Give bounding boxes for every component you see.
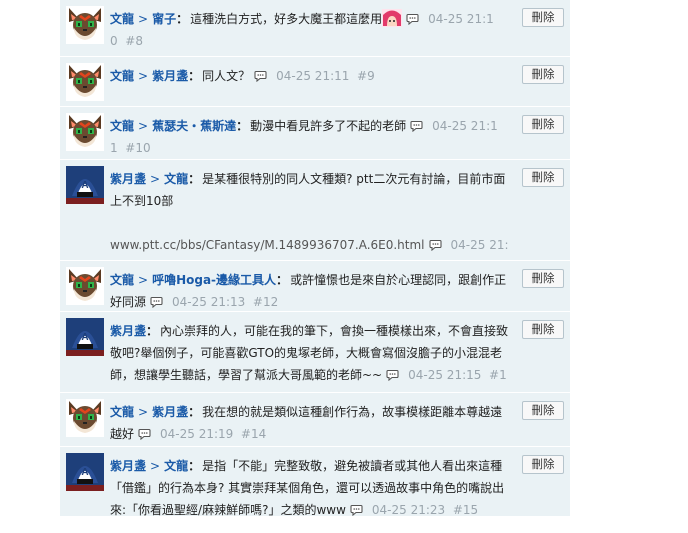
- reply-bubble-icon[interactable]: [428, 236, 442, 252]
- reply-bubble-icon[interactable]: [254, 67, 267, 83]
- comment-item: A 紫月盞 > 文龍： 是某種很特別的同人文種類? ptt二次元有討論，目前市面上不到…: [60, 160, 570, 261]
- comment-number: #15: [452, 503, 479, 517]
- avatar[interactable]: A: [66, 318, 104, 356]
- reply-arrow: >: [138, 119, 149, 133]
- comment-item: A 紫月盞： 內心崇拜的人，可能在我的筆下，會換一種模樣出來，不會直接致敬吧?舉個…: [60, 312, 570, 393]
- reply-bubble-icon[interactable]: [150, 293, 163, 309]
- reply-target[interactable]: 紫月盞: [152, 405, 188, 419]
- svg-text:A: A: [81, 332, 88, 343]
- avatar[interactable]: [66, 399, 104, 437]
- colon-separator: ：: [236, 119, 249, 133]
- colon-separator: ：: [188, 172, 201, 186]
- comment-text: 紫月盞 > 文龍： 是某種很特別的同人文種類? ptt二次元有討論，目前市面上不到10…: [110, 168, 512, 260]
- comment-text: 紫月盞 > 文龍： 是指「不能」完整致敬，避免被讀者或其他人看出來這種「借鑑」的行為本…: [110, 455, 512, 517]
- colon-separator: ：: [188, 459, 201, 473]
- avatar[interactable]: A: [66, 453, 104, 491]
- delete-button[interactable]: 刪除: [522, 320, 564, 339]
- colon-separator: ：: [188, 69, 201, 83]
- comment-text: 文龍 > 呼嚕Hoga-邊緣工具人： 或許憧憬也是來自於心理認同，跟創作正好同源 04…: [110, 269, 512, 311]
- comment-list: 文龍 > 甯子： 這種洗白方式，好多大魔王都這麼用 04-25 21:10 #8 刪除 …: [60, 0, 570, 517]
- reply-bubble-icon[interactable]: [350, 501, 363, 516]
- reply-target[interactable]: 文龍: [164, 172, 188, 186]
- avatar[interactable]: [66, 63, 104, 101]
- reply-bubble-icon[interactable]: [406, 10, 419, 26]
- comment-author[interactable]: 文龍: [110, 273, 134, 287]
- comment-body: 動漫中看見許多了不起的老師: [250, 119, 407, 133]
- delete-button[interactable]: 刪除: [522, 168, 564, 187]
- comment-author[interactable]: 紫月盞: [110, 172, 146, 186]
- reply-target[interactable]: 甯子: [152, 12, 176, 26]
- comment-item: 文龍 > 紫月盞： 我在想的就是類似這種創作行為，故事模樣距離本尊越遠越好 04-25…: [60, 393, 570, 447]
- comment-item: 文龍 > 紫月盞： 同人文？ 04-25 21:11 #9 刪除: [60, 57, 570, 107]
- avatar[interactable]: [66, 113, 104, 151]
- avatar[interactable]: [66, 267, 104, 305]
- comment-text: 文龍 > 蕉瑟夫・蕉斯達： 動漫中看見許多了不起的老師 04-25 21:11 #10: [110, 115, 512, 159]
- colon-separator: ：: [188, 405, 201, 419]
- avatar[interactable]: [66, 6, 104, 44]
- colon-separator: ：: [146, 324, 159, 338]
- comment-text: 紫月盞： 內心崇拜的人，可能在我的筆下，會換一種模樣出來，不會直接致敬吧?舉個例子…: [110, 320, 512, 392]
- comment-author[interactable]: 文龍: [110, 405, 134, 419]
- comment-number: #10: [125, 141, 151, 155]
- reply-bubble-icon[interactable]: [138, 425, 151, 441]
- reply-arrow: >: [138, 405, 149, 419]
- comment-item: 文龍 > 蕉瑟夫・蕉斯達： 動漫中看見許多了不起的老師 04-25 21:11 #10…: [60, 107, 570, 160]
- comment-number: #12: [252, 295, 279, 309]
- comment-text: 文龍 > 紫月盞： 同人文？ 04-25 21:11 #9: [110, 65, 512, 87]
- comment-link[interactable]: www.ptt.cc/bbs/CFantasy/M.1489936707.A.6…: [110, 238, 425, 252]
- delete-button[interactable]: 刪除: [522, 65, 564, 84]
- comment-item: 文龍 > 呼嚕Hoga-邊緣工具人： 或許憧憬也是來自於心理認同，跟創作正好同源 04…: [60, 261, 570, 312]
- reply-target[interactable]: 呼嚕Hoga-邊緣工具人: [152, 273, 276, 287]
- comment-item: 文龍 > 甯子： 這種洗白方式，好多大魔王都這麼用 04-25 21:10 #8 刪除: [60, 0, 570, 57]
- svg-text:A: A: [81, 467, 88, 478]
- comment-number: #14: [240, 427, 267, 441]
- delete-button[interactable]: 刪除: [522, 115, 564, 134]
- comment-text: 文龍 > 紫月盞： 我在想的就是類似這種創作行為，故事模樣距離本尊越遠越好 04-25…: [110, 401, 512, 445]
- comment-date: 04-25 21:19: [160, 427, 234, 441]
- sticker-icon: [382, 9, 403, 27]
- reply-arrow: >: [138, 12, 149, 26]
- comment-author[interactable]: 文龍: [110, 12, 134, 26]
- comment-number: #9: [357, 69, 375, 83]
- comment-text: 文龍 > 甯子： 這種洗白方式，好多大魔王都這麼用 04-25 21:10 #8: [110, 8, 512, 52]
- reply-target[interactable]: 蕉瑟夫・蕉斯達: [152, 119, 236, 133]
- comment-author[interactable]: 紫月盞: [110, 459, 146, 473]
- comment-date: 04-25 21:11: [276, 69, 350, 83]
- reply-arrow: >: [138, 273, 149, 287]
- delete-button[interactable]: 刪除: [522, 269, 564, 288]
- comment-body: 同人文？: [202, 69, 251, 83]
- reply-bubble-icon[interactable]: [386, 366, 399, 382]
- delete-button[interactable]: 刪除: [522, 401, 564, 420]
- delete-button[interactable]: 刪除: [522, 8, 564, 27]
- comment-author[interactable]: 文龍: [110, 119, 134, 133]
- delete-button[interactable]: 刪除: [522, 455, 564, 474]
- reply-bubble-icon[interactable]: [410, 117, 423, 133]
- comment-body: 這種洗白方式，好多大魔王都這麼用: [190, 12, 383, 26]
- reply-arrow: >: [138, 69, 149, 83]
- colon-separator: ：: [276, 273, 289, 287]
- comment-item: A 紫月盞 > 文龍： 是指「不能」完整致敬，避免被讀者或其他人看出來這種「借鑑」的行…: [60, 447, 570, 517]
- comment-author[interactable]: 文龍: [110, 69, 134, 83]
- reply-target[interactable]: 文龍: [164, 459, 188, 473]
- comment-date: 04-25 21:15: [408, 368, 482, 382]
- comment-number: #8: [125, 34, 143, 48]
- avatar[interactable]: A: [66, 166, 104, 204]
- reply-arrow: >: [150, 172, 161, 186]
- comment-author[interactable]: 紫月盞: [110, 324, 146, 338]
- comment-date: 04-25 21:13: [172, 295, 246, 309]
- colon-separator: ：: [176, 12, 189, 26]
- reply-arrow: >: [150, 459, 161, 473]
- svg-text:A: A: [81, 180, 88, 191]
- reply-target[interactable]: 紫月盞: [152, 69, 188, 83]
- comment-date: 04-25 21:23: [371, 503, 446, 517]
